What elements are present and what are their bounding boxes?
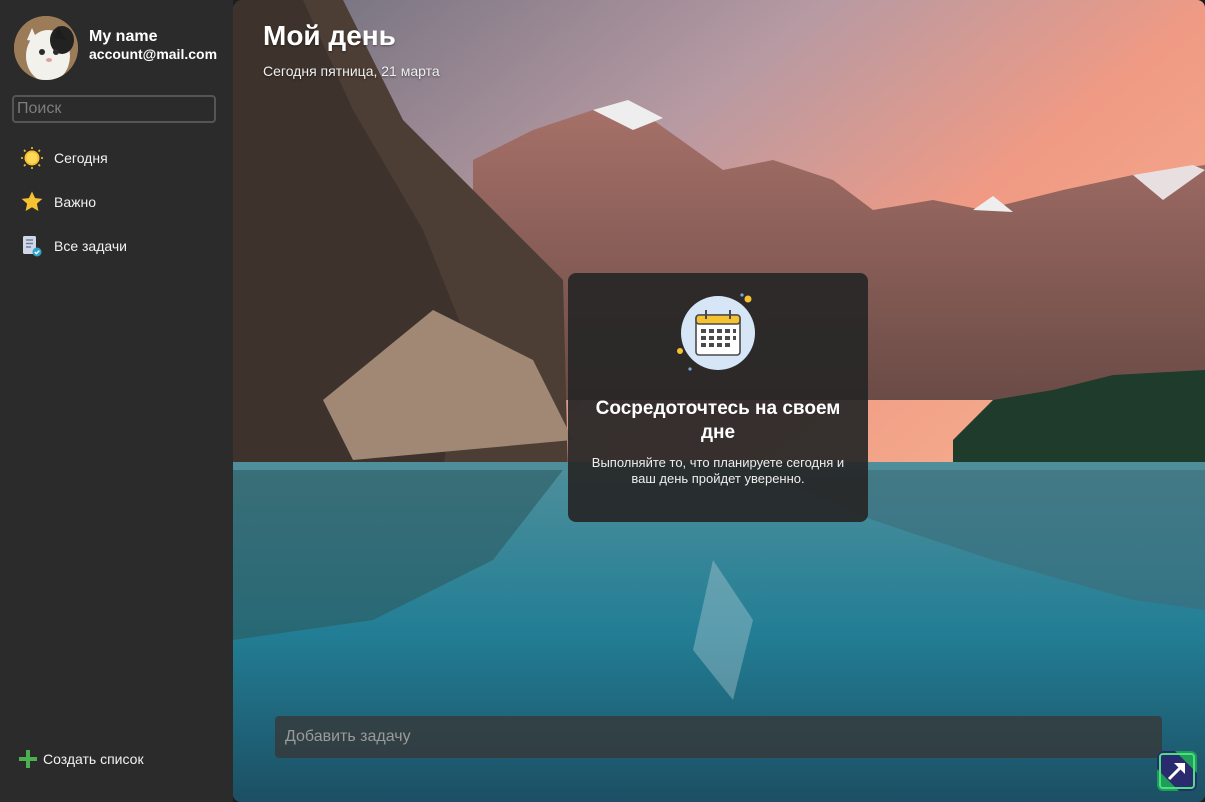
expand-button[interactable] <box>1157 751 1197 791</box>
sidebar-item-label: Важно <box>54 194 97 210</box>
search-input[interactable] <box>12 95 216 123</box>
main-panel: Мой день Сегодня пятница, 21 марта Сосре… <box>233 0 1205 802</box>
profile-email: account@mail.com <box>89 45 218 62</box>
sidebar-item-all-tasks[interactable]: Все задачи <box>0 224 233 268</box>
sidebar-item-label: Сегодня <box>54 150 108 166</box>
app-window: My name account@mail.com Поиск Сегодня В… <box>0 0 1205 802</box>
empty-state-text: Выполняйте то, что планируете сегодня и … <box>591 455 845 486</box>
add-task-input[interactable] <box>275 716 1162 758</box>
star-icon <box>20 190 44 214</box>
plus-icon <box>19 750 37 768</box>
task-list-icon <box>20 234 44 258</box>
page-subtitle-date: Сегодня пятница, 21 марта <box>263 63 440 79</box>
empty-state-heading: Сосредоточтесь на своем дне <box>595 398 841 443</box>
expand-arrow-icon <box>1157 751 1197 791</box>
sidebar-nav: Сегодня Важно Все задачи <box>0 136 233 268</box>
create-list-label: Создать список <box>43 751 144 767</box>
sidebar-item-label: Все задачи <box>54 238 127 254</box>
create-list-button[interactable]: Создать список <box>18 749 144 769</box>
sidebar: My name account@mail.com Поиск Сегодня В… <box>0 0 233 802</box>
page-title: Мой день <box>263 20 396 51</box>
sidebar-item-today[interactable]: Сегодня <box>0 136 233 180</box>
sidebar-item-important[interactable]: Важно <box>0 180 233 224</box>
empty-state-card: Сосредоточтесь на своем дне Выполняйте т… <box>568 273 868 522</box>
sun-icon <box>20 146 44 170</box>
profile-name: My name <box>89 27 158 45</box>
avatar[interactable] <box>14 16 78 80</box>
calendar-icon <box>677 293 755 371</box>
cat-avatar-image <box>14 16 78 80</box>
profile[interactable]: My name account@mail.com <box>14 16 217 80</box>
